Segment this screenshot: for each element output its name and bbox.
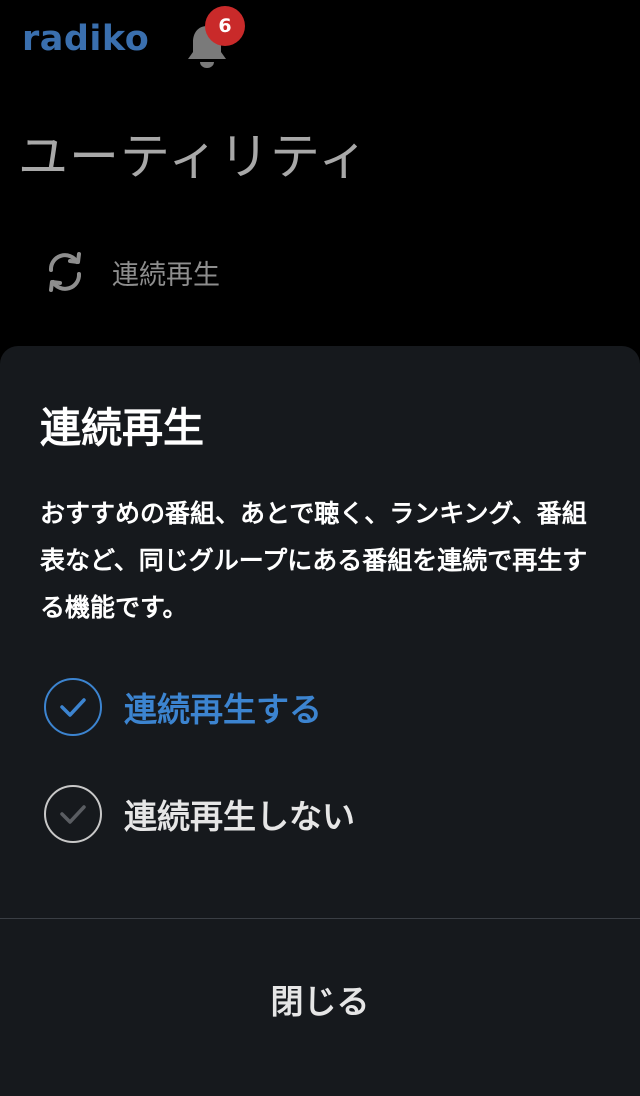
menu-item-continuous-play[interactable]: 連続再生: [40, 244, 220, 300]
bottom-sheet: 連続再生 おすすめの番組、あとで聴く、ランキング、番組表など、同じグループにある…: [0, 346, 640, 1096]
page-title: ユーティリティ: [18, 128, 369, 186]
option-label: 連続再生する: [124, 690, 322, 729]
option-label: 連続再生しない: [124, 797, 355, 836]
sheet-description: おすすめの番組、あとで聴く、ランキング、番組表など、同じグループにある番組を連続…: [40, 499, 588, 622]
check-circle-icon: [44, 678, 102, 736]
repeat-icon: [40, 247, 90, 297]
option-enable-continuous-play[interactable]: 連続再生する: [44, 676, 322, 738]
option-disable-continuous-play[interactable]: 連続再生しない: [44, 783, 355, 845]
radiko-logo[interactable]: radiko: [22, 22, 149, 57]
check-circle-icon: [44, 785, 102, 843]
utility-screen: radiko 6 ユーティリティ 連続再生 連続再生 おすすめの番組、あとで聴く…: [0, 0, 640, 1096]
notification-badge: 6: [205, 6, 245, 46]
app-header: radiko 6: [0, 0, 640, 100]
menu-item-label: 連続再生: [112, 259, 220, 291]
sheet-title: 連続再生: [40, 404, 204, 452]
close-button[interactable]: 閉じる: [0, 919, 640, 1079]
